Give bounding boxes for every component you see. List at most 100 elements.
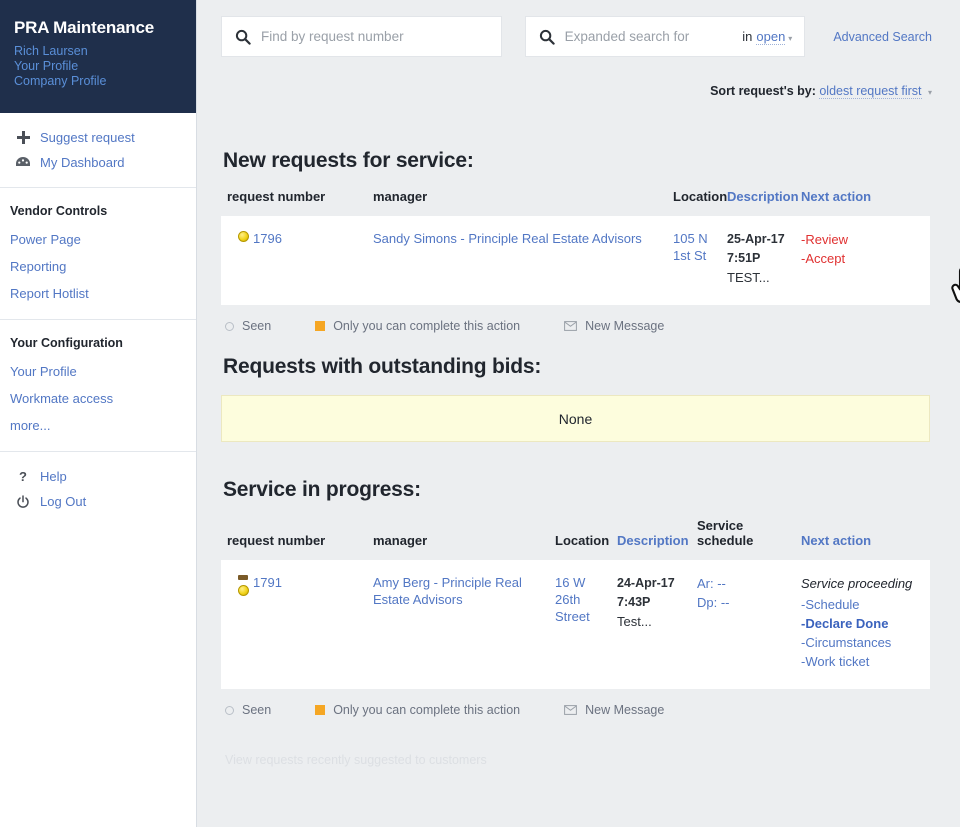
content-area: New requests for service: request number… bbox=[197, 113, 960, 767]
cell-location: 105 N 1st St bbox=[667, 216, 721, 305]
app-root: PRA Maintenance Rich Laursen Your Profil… bbox=[0, 0, 960, 827]
cell-next-action: -Review -Accept bbox=[795, 216, 930, 305]
location-link[interactable]: 16 W 26th Street bbox=[555, 575, 590, 624]
search-row: in open ▾ Advanced Search bbox=[221, 16, 932, 57]
brand-title: PRA Maintenance bbox=[14, 18, 154, 37]
table-row: 1796 Sandy Simons - Principle Real Estat… bbox=[221, 216, 930, 305]
sidebar-item-power-page[interactable]: Power Page bbox=[0, 226, 196, 253]
search-icon-expanded bbox=[538, 28, 556, 46]
sidebar-user-name[interactable]: Rich Laursen bbox=[14, 44, 182, 59]
sidebar-item-log-out-label: Log Out bbox=[40, 494, 87, 509]
cell-description: 25-Apr-17 7:51P TEST... bbox=[721, 216, 795, 305]
schedule-depart[interactable]: Dp: -- bbox=[697, 595, 730, 610]
sort-control: Sort request's by: oldest request first … bbox=[710, 84, 932, 99]
sidebar-item-log-out[interactable]: Log Out bbox=[0, 489, 196, 514]
new-requests-table: request number manager Location Descript… bbox=[221, 189, 930, 305]
page-title-outstanding-bids: Requests with outstanding bids: bbox=[223, 355, 542, 378]
page-title-service-in-progress: Service in progress: bbox=[223, 478, 421, 501]
legend-only-you-label: Only you can complete this action bbox=[333, 319, 521, 333]
col-service-schedule: Service schedule bbox=[697, 518, 754, 548]
action-accept[interactable]: -Accept bbox=[801, 249, 920, 268]
table-header-row-progress: request number manager Location Descript… bbox=[221, 518, 930, 560]
cell-next-action-progress: Service proceeding -Schedule -Declare Do… bbox=[795, 560, 930, 689]
description-date: 25-Apr-17 bbox=[727, 232, 785, 246]
envelope-icon bbox=[564, 321, 578, 331]
search-input[interactable] bbox=[261, 29, 489, 44]
action-schedule[interactable]: -Schedule bbox=[801, 595, 920, 614]
power-icon bbox=[10, 494, 36, 509]
sidebar-item-suggest-request-label: Suggest request bbox=[40, 130, 135, 145]
search-scope: in open ▾ bbox=[736, 29, 792, 45]
col-description-progress[interactable]: Description bbox=[611, 518, 691, 560]
sidebar-company-profile[interactable]: Company Profile bbox=[14, 74, 182, 89]
sidebar-item-your-profile[interactable]: Your Profile bbox=[0, 358, 196, 385]
request-number-link[interactable]: 1796 bbox=[253, 230, 282, 247]
action-work-ticket[interactable]: -Work ticket bbox=[801, 652, 920, 671]
col-manager: manager bbox=[373, 189, 428, 204]
action-review[interactable]: -Review bbox=[801, 230, 920, 249]
expanded-search-box[interactable]: in open ▾ bbox=[524, 16, 806, 57]
plus-icon bbox=[10, 130, 36, 145]
sidebar-item-more[interactable]: more... bbox=[0, 412, 196, 439]
sidebar: PRA Maintenance Rich Laursen Your Profil… bbox=[0, 0, 197, 827]
advanced-search-link[interactable]: Advanced Search bbox=[833, 30, 932, 44]
cell-request-number: 1796 bbox=[221, 216, 367, 305]
request-number-link[interactable]: 1791 bbox=[253, 574, 282, 591]
search-scope-label: in bbox=[742, 28, 753, 44]
sort-value[interactable]: oldest request first bbox=[819, 84, 922, 99]
page-title-new-requests: New requests for service: bbox=[223, 149, 474, 172]
expanded-search-input[interactable] bbox=[564, 29, 737, 44]
svg-text:?: ? bbox=[19, 469, 27, 484]
description-time: 7:51P bbox=[727, 251, 761, 265]
search-scope-value[interactable]: open bbox=[756, 29, 786, 45]
legend-seen: Seen bbox=[225, 319, 271, 333]
sidebar-item-workmate-access[interactable]: Workmate access bbox=[0, 385, 196, 412]
legend-seen-progress: Seen bbox=[225, 703, 271, 717]
description-text: Test... bbox=[617, 614, 652, 629]
sidebar-item-help[interactable]: ? Help bbox=[0, 464, 196, 489]
cell-service-schedule: Ar: -- Dp: -- bbox=[691, 560, 795, 689]
sidebar-your-configuration-title: Your Configuration bbox=[10, 336, 123, 350]
circle-outline-icon bbox=[225, 705, 234, 715]
legend-only-you-progress: Only you can complete this action bbox=[315, 703, 520, 717]
table-header-row: request number manager Location Descript… bbox=[221, 189, 930, 216]
col-request-number-progress: request number bbox=[227, 533, 326, 548]
legend-only-you-label: Only you can complete this action bbox=[333, 703, 521, 717]
col-next-action[interactable]: Next action bbox=[795, 189, 930, 216]
service-in-progress-table: request number manager Location Descript… bbox=[221, 518, 930, 689]
request-number-search-box[interactable] bbox=[221, 16, 502, 57]
sidebar-your-configuration: Your Configuration Your Profile Workmate… bbox=[0, 320, 196, 452]
col-next-action-progress[interactable]: Next action bbox=[795, 518, 930, 560]
manager-link[interactable]: Sandy Simons - Principle Real Estate Adv… bbox=[373, 231, 642, 246]
sort-label: Sort request's by: bbox=[710, 84, 816, 98]
col-description[interactable]: Description bbox=[721, 189, 799, 216]
col-request-number: request number bbox=[227, 189, 326, 204]
view-recent-suggestions-link[interactable]: View requests recently suggested to cust… bbox=[221, 717, 930, 767]
cell-manager-progress: Amy Berg - Principle Real Estate Advisor… bbox=[367, 560, 549, 689]
yellow-dot-icon bbox=[237, 231, 249, 242]
action-declare-done[interactable]: -Declare Done bbox=[801, 614, 920, 633]
legend-seen-label: Seen bbox=[242, 703, 272, 717]
legend-new-message-label: New Message bbox=[585, 703, 665, 717]
sidebar-item-reporting[interactable]: Reporting bbox=[0, 253, 196, 280]
message-badge-icon bbox=[238, 575, 248, 580]
action-circumstances[interactable]: -Circumstances bbox=[801, 633, 920, 652]
manager-link[interactable]: Amy Berg - Principle Real Estate Advisor… bbox=[373, 575, 522, 607]
dashboard-icon bbox=[10, 155, 36, 170]
legend-new-message: New Message bbox=[564, 319, 664, 333]
cell-description-progress: 24-Apr-17 7:43P Test... bbox=[611, 560, 691, 689]
chevron-down-icon: ▾ bbox=[788, 33, 793, 43]
location-link[interactable]: 105 N 1st St bbox=[673, 231, 708, 263]
row-status-icons bbox=[233, 230, 253, 242]
sidebar-item-suggest-request[interactable]: Suggest request bbox=[0, 125, 196, 150]
col-location: Location bbox=[673, 189, 728, 204]
cell-location-progress: 16 W 26th Street bbox=[549, 560, 611, 689]
sidebar-your-profile-top[interactable]: Your Profile bbox=[14, 59, 182, 74]
status-text: Service proceeding bbox=[801, 576, 913, 591]
col-manager-progress: manager bbox=[373, 533, 428, 548]
schedule-arrive[interactable]: Ar: -- bbox=[697, 576, 726, 591]
legend-new-message-label: New Message bbox=[585, 319, 665, 333]
col-location-progress: Location bbox=[555, 533, 610, 548]
sidebar-item-report-hotlist[interactable]: Report Hotlist bbox=[0, 280, 196, 307]
sidebar-item-my-dashboard[interactable]: My Dashboard bbox=[0, 150, 196, 175]
